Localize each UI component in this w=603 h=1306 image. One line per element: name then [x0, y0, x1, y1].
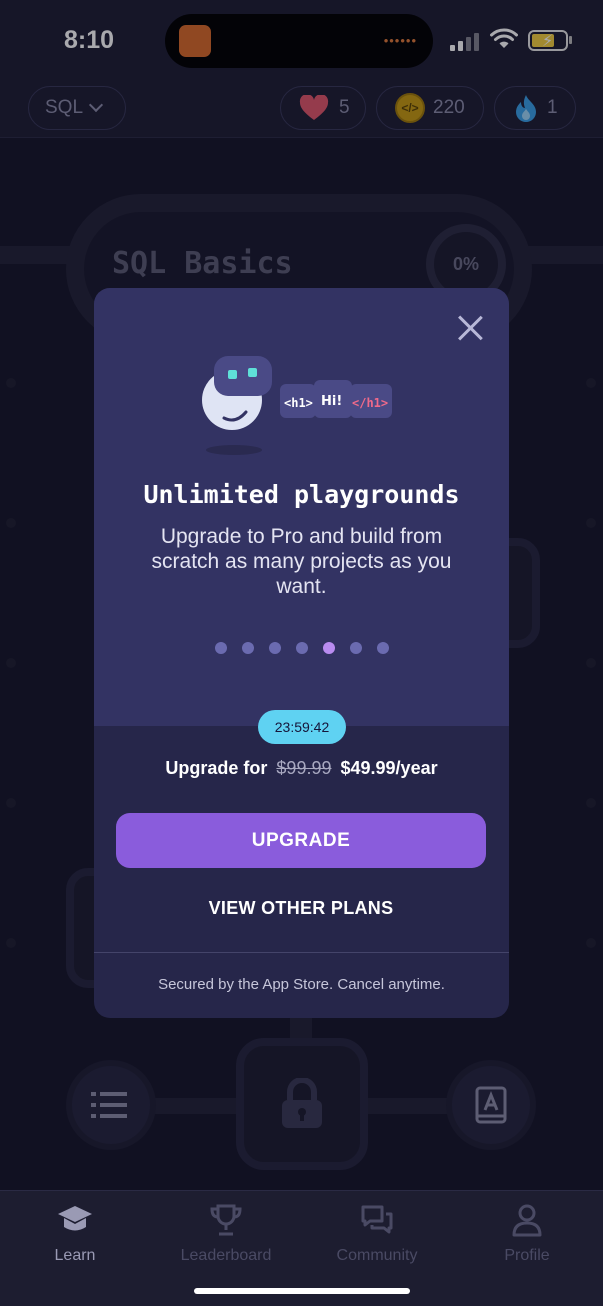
code-text: Hi! — [321, 394, 342, 409]
old-price: $99.99 — [276, 758, 332, 778]
tab-leaderboard[interactable]: Leaderboard — [166, 1201, 286, 1265]
price-line: Upgrade for $99.99 $49.99/year — [94, 758, 509, 779]
person-icon — [512, 1204, 542, 1237]
app-store-note: Secured by the App Store. Cancel anytime… — [158, 976, 445, 993]
tab-community[interactable]: Community — [317, 1201, 437, 1265]
close-icon[interactable] — [456, 314, 484, 342]
robot-illustration: <h1> Hi! </h1> — [202, 356, 392, 455]
view-other-plans-button[interactable]: VIEW OTHER PLANS — [116, 890, 486, 926]
upgrade-modal: <h1> Hi! </h1> Unlimited playgrounds Upg… — [94, 288, 509, 1018]
trophy-icon — [210, 1204, 242, 1236]
code-open-tag: <h1> — [284, 396, 313, 410]
tab-label: Leaderboard — [180, 1247, 272, 1264]
chat-icon — [361, 1205, 393, 1234]
modal-title: Unlimited playgrounds — [143, 480, 460, 509]
new-price: $49.99/year — [340, 758, 438, 778]
offer-timer-badge: 23:59:42 — [258, 710, 346, 744]
pager-dot[interactable] — [241, 642, 254, 654]
tab-label: Learn — [54, 1247, 96, 1264]
tab-label: Profile — [504, 1247, 550, 1264]
code-close-tag: </h1> — [352, 396, 388, 410]
tab-profile[interactable]: Profile — [467, 1201, 587, 1265]
upgrade-button[interactable]: UPGRADE — [116, 813, 486, 868]
pager-dot[interactable] — [295, 642, 308, 654]
pager-dot[interactable] — [322, 642, 335, 654]
pager-dot[interactable] — [376, 642, 389, 654]
graduation-cap-icon — [58, 1206, 92, 1231]
tab-learn[interactable]: Learn — [15, 1201, 135, 1265]
modal-divider — [94, 952, 509, 953]
pager-dot[interactable] — [268, 642, 281, 654]
pager-dot[interactable] — [214, 642, 227, 654]
app-screen: 8:10 •••••• ⚡ SQL 5 </> 220 1 SQL Basics… — [0, 0, 603, 1306]
carousel-pager[interactable] — [94, 642, 509, 654]
home-indicator — [194, 1288, 410, 1294]
tab-label: Community — [336, 1247, 418, 1264]
modal-description: Upgrade to Pro and build from scratch as… — [151, 525, 452, 598]
price-prefix: Upgrade for — [165, 758, 268, 778]
pager-dot[interactable] — [349, 642, 362, 654]
